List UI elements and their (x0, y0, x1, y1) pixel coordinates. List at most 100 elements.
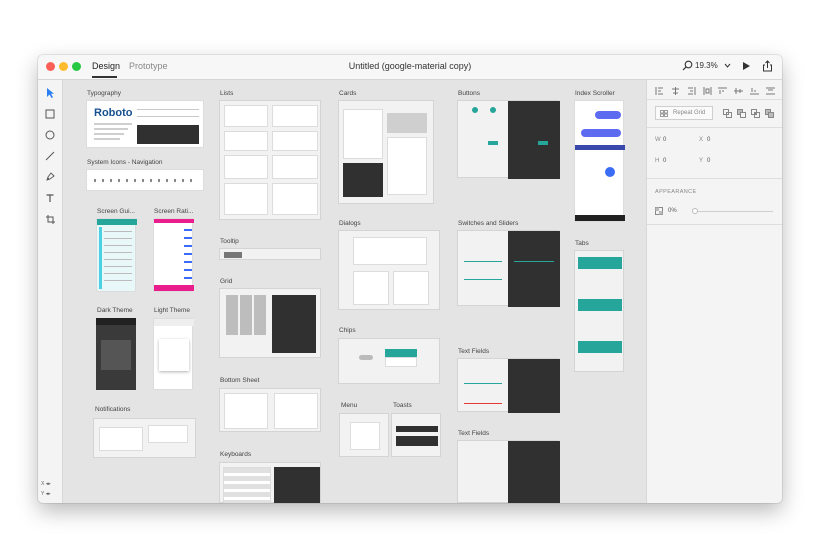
boolean-subtract-icon[interactable] (737, 109, 746, 118)
y-field[interactable]: 0 (707, 158, 710, 164)
artboard-lists[interactable] (219, 100, 321, 220)
height-field[interactable]: 0 (663, 158, 666, 164)
artboard-label-cards[interactable]: Cards (339, 90, 356, 97)
zoom-level[interactable]: 19.3% (695, 61, 718, 70)
artboard-system-icons[interactable] (86, 169, 204, 191)
artboard-screen-guides[interactable] (96, 218, 137, 292)
artboard-screen-ratios[interactable] (153, 218, 194, 292)
select-tool[interactable] (43, 86, 57, 100)
artboard-toasts[interactable] (391, 413, 441, 457)
line-tool[interactable] (43, 149, 57, 163)
boolean-exclude-icon[interactable] (765, 109, 774, 118)
buttons-dark (508, 101, 560, 179)
align-bottom-icon[interactable] (750, 87, 760, 95)
align-right-icon[interactable] (687, 87, 696, 95)
artboard-label-lists[interactable]: Lists (220, 90, 233, 97)
artboard-label-text-fields-2[interactable]: Text Fields (458, 430, 489, 437)
slider-track (464, 261, 502, 262)
artboard-label-chips[interactable]: Chips (339, 327, 356, 334)
artboard-label-screen-ratios[interactable]: Screen Rati... (154, 208, 193, 215)
artboard-label-grid[interactable]: Grid (220, 278, 232, 285)
artboard-index-scroller[interactable] (574, 100, 625, 222)
artboard-keyboards[interactable] (219, 462, 321, 503)
text-line (94, 128, 128, 130)
text-tool[interactable] (43, 191, 57, 205)
artboard-light-theme[interactable] (153, 318, 194, 390)
artboard-label-keyboards[interactable]: Keyboards (220, 451, 251, 458)
artboard-label-menu[interactable]: Menu (341, 402, 357, 409)
artboard-typography[interactable]: Roboto (86, 100, 204, 148)
ratio-markers (184, 229, 192, 281)
align-left-icon[interactable] (655, 87, 664, 95)
canvas[interactable]: Typography Roboto System Icons - Navigat… (63, 80, 646, 503)
nav-bar (575, 215, 625, 221)
divider (647, 127, 782, 128)
width-field[interactable]: 0 (663, 137, 666, 143)
align-top-icon[interactable] (718, 87, 728, 95)
artboard-label-index-scroller[interactable]: Index Scroller (575, 90, 615, 97)
distribute-icon[interactable] (703, 87, 712, 95)
sheet (224, 393, 268, 429)
artboard-label-dark-theme[interactable]: Dark Theme (97, 307, 133, 314)
search-icon[interactable] (682, 60, 693, 71)
artboard-dialogs[interactable] (338, 230, 440, 310)
tab-bar (578, 341, 622, 353)
chip (359, 355, 373, 360)
opacity-slider-thumb[interactable] (692, 208, 698, 214)
artboard-label-tooltip[interactable]: Tooltip (220, 238, 239, 245)
text-icon (46, 194, 54, 202)
artboard-bottom-sheet[interactable] (219, 388, 321, 432)
align-center-icon[interactable] (671, 87, 680, 95)
boolean-add-icon[interactable] (723, 109, 732, 118)
artboard-buttons[interactable] (457, 100, 560, 179)
list-card (224, 131, 268, 151)
artboard-tool[interactable] (43, 212, 57, 226)
artboard-label-switches[interactable]: Switches and Sliders (458, 220, 518, 227)
height-label: H (655, 158, 660, 164)
field-underline (464, 383, 502, 384)
artboard-label-toasts[interactable]: Toasts (393, 402, 412, 409)
pen-tool[interactable] (43, 170, 57, 184)
artboard-chips[interactable] (338, 338, 440, 384)
artboard-text-fields-2[interactable] (457, 440, 560, 503)
artboard-label-typography[interactable]: Typography (87, 90, 121, 97)
distribute-vertical-icon[interactable] (765, 87, 775, 95)
artboard-tabs[interactable] (574, 250, 624, 372)
tooltip (224, 252, 242, 258)
opacity-slider-track[interactable] (695, 211, 773, 212)
artboard-tooltip[interactable] (219, 248, 321, 260)
message-bubble (581, 129, 621, 137)
artboard-cards[interactable] (338, 100, 434, 204)
artboard-grid[interactable] (219, 288, 321, 358)
rectangle-tool[interactable] (43, 107, 57, 121)
artboard-text-fields-1[interactable] (457, 358, 560, 413)
artboard-label-tabs[interactable]: Tabs (575, 240, 589, 247)
card (343, 109, 383, 159)
artboard-label-text-fields-1[interactable]: Text Fields (458, 348, 489, 355)
artboard-notifications[interactable] (93, 418, 196, 458)
coordinate-y: Y ◂▸ (41, 491, 51, 497)
artboard-label-light-theme[interactable]: Light Theme (154, 307, 190, 314)
artboard-label-notifications[interactable]: Notifications (95, 406, 130, 413)
text-line (94, 133, 124, 135)
opacity-value[interactable]: 0% (668, 208, 677, 214)
chip-menu (385, 357, 417, 367)
raised-button (488, 141, 498, 145)
repeat-grid-button[interactable]: Repeat Grid (655, 106, 713, 120)
artboard-switches[interactable] (457, 230, 560, 307)
chevron-down-icon[interactable] (724, 63, 731, 68)
artboard-label-system-icons[interactable]: System Icons - Navigation (87, 159, 163, 166)
align-middle-icon[interactable] (734, 87, 744, 95)
artboard-label-dialogs[interactable]: Dialogs (339, 220, 361, 227)
artboard-menu[interactable] (339, 413, 389, 457)
share-icon[interactable] (762, 60, 773, 72)
artboard-dark-theme[interactable] (96, 318, 136, 390)
artboard-label-bottom-sheet[interactable]: Bottom Sheet (220, 377, 259, 384)
artboard-label-buttons[interactable]: Buttons (458, 90, 480, 97)
ellipse-tool[interactable] (43, 128, 57, 142)
boolean-intersect-icon[interactable] (751, 109, 760, 118)
artboard-label-screen-guides[interactable]: Screen Gui... (97, 208, 135, 215)
play-icon[interactable] (742, 61, 751, 71)
x-field[interactable]: 0 (707, 137, 710, 143)
keyboard-dark (274, 467, 320, 503)
